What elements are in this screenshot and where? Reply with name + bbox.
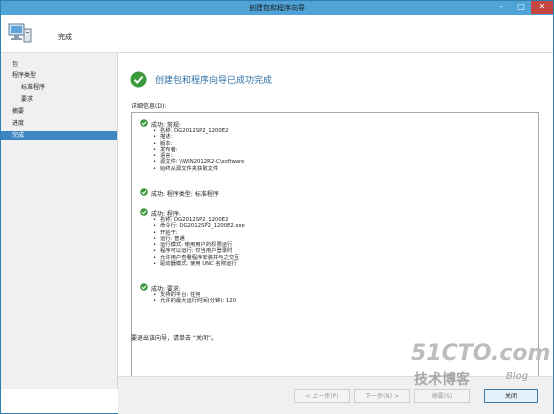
success-check-icon bbox=[140, 208, 148, 216]
title-bar[interactable]: 创建包和程序向导 – □ ✕ bbox=[1, 1, 553, 15]
main-content: 创建包和程序向导已成功完成 详细信息(D): 成功: 常规: 名称: DG201… bbox=[118, 53, 553, 379]
success-check-icon bbox=[140, 283, 148, 291]
detail-line: 驱动器模式: 使用 UNC 名称运行 bbox=[153, 261, 245, 267]
close-button[interactable]: 关闭 bbox=[484, 389, 538, 403]
sidebar-item-completion[interactable]: 完成 bbox=[1, 131, 117, 140]
sidebar-item-package[interactable]: 包 bbox=[1, 60, 117, 69]
details-block-heading: 成功: 程序类型: 标准程序 bbox=[151, 191, 219, 198]
detail-line: 始终从源文件夹获取文件 bbox=[153, 166, 244, 172]
window-title: 创建包和程序向导 bbox=[249, 4, 305, 12]
sidebar-item-standard-program[interactable]: 标准程序 bbox=[1, 83, 117, 92]
close-window-button[interactable]: ✕ bbox=[531, 1, 553, 14]
sidebar-item-summary[interactable]: 摘要 bbox=[1, 107, 117, 116]
sidebar-item-requirements[interactable]: 要求 bbox=[1, 95, 117, 104]
success-check-icon bbox=[130, 71, 147, 88]
detail-line: 命令行: DG2012SP2_1200E2.exe bbox=[153, 223, 245, 229]
close-instruction: 要退出该向导，请单击 “关闭”。 bbox=[131, 335, 218, 342]
detail-line: 源文件: \\WIN2012R2-C\software bbox=[153, 159, 244, 165]
success-check-icon bbox=[140, 188, 148, 196]
page-title: 完成 bbox=[58, 33, 72, 41]
button-bar: < 上一步(P) 下一步(N) > 摘要(S) 关闭 bbox=[118, 376, 553, 414]
wizard-sidebar: 包 程序类型 标准程序 要求 摘要 进度 完成 bbox=[1, 53, 118, 389]
wizard-header: 完成 bbox=[1, 15, 553, 53]
details-label: 详细信息(D): bbox=[131, 103, 167, 110]
previous-button[interactable]: < 上一步(P) bbox=[294, 389, 350, 403]
minimize-button[interactable]: – bbox=[491, 1, 511, 14]
detail-line: 允许的最大运行时间(分钟): 120 bbox=[153, 298, 236, 304]
summary-button[interactable]: 摘要(S) bbox=[414, 389, 470, 403]
next-button[interactable]: 下一步(N) > bbox=[354, 389, 410, 403]
wizard-window: 创建包和程序向导 – □ ✕ 完成 包 程序类型 标准程序 要求 摘要 进度 完… bbox=[0, 0, 554, 414]
sidebar-item-progress[interactable]: 进度 bbox=[1, 119, 117, 128]
maximize-button[interactable]: □ bbox=[511, 1, 531, 14]
completion-heading: 创建包和程序向导已成功完成 bbox=[155, 76, 273, 86]
sidebar-item-program-type[interactable]: 程序类型 bbox=[1, 71, 117, 80]
success-check-icon bbox=[140, 119, 148, 127]
detail-line: 程序可以运行: 仅当用户登录时 bbox=[153, 248, 245, 254]
computer-icon bbox=[8, 23, 32, 43]
